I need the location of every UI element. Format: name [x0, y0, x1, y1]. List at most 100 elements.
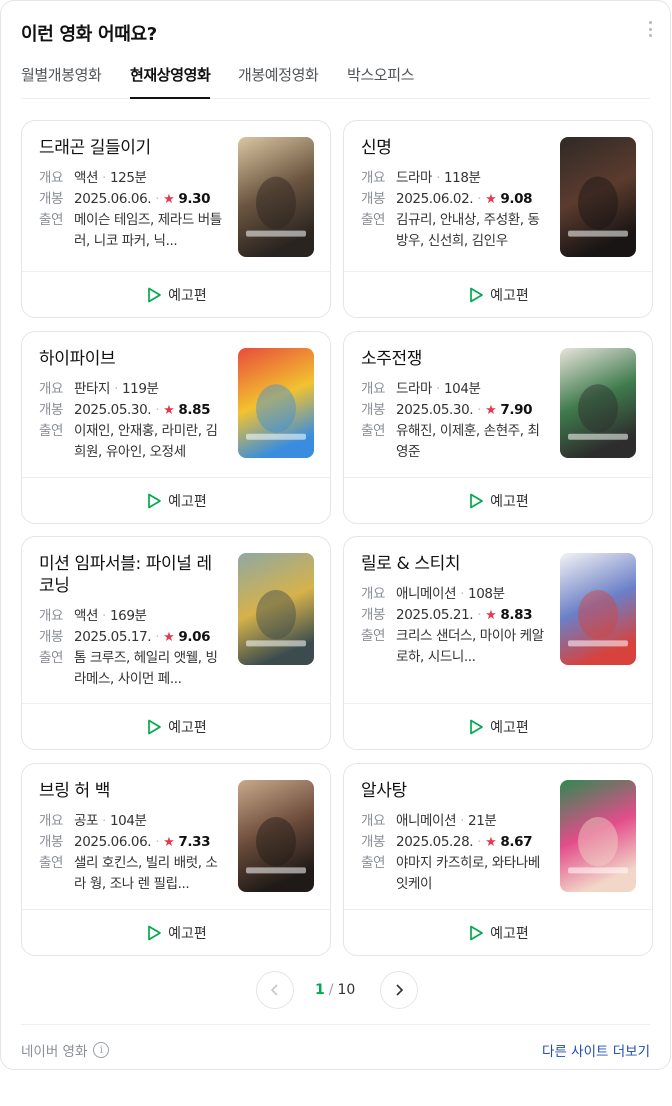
cast-value: 김규리, 안내상, 주성환, 동방우, 신선희, 김인우	[396, 212, 540, 249]
genre-value: 드라마	[396, 381, 433, 397]
release-rating: 2025.06.02. · ★ 9.08	[396, 191, 533, 207]
release-label: 개봉	[361, 607, 386, 623]
next-page-button[interactable]	[380, 971, 418, 1009]
genre-label: 개요	[39, 381, 64, 397]
release-row: 개봉 2025.05.17. · ★ 9.06	[39, 627, 229, 648]
movie-recommendation-panel: 이런 영화 어때요? 월별개봉영화 현재상영영화 개봉예정영화 박스오피스 드래…	[0, 0, 671, 1070]
rating-value: 9.06	[178, 629, 211, 645]
movie-title[interactable]: 소주전쟁	[361, 348, 541, 370]
star-icon: ★	[485, 608, 497, 623]
cast-value: 크리스 샌더스, 마이아 케알로하, 시드니...	[396, 628, 544, 665]
movie-poster[interactable]	[238, 137, 314, 257]
info-icon[interactable]: i	[93, 1042, 110, 1058]
genre-label: 개요	[39, 813, 64, 829]
genre-label: 개요	[39, 170, 64, 186]
star-icon: ★	[485, 403, 497, 418]
genre-row: 개요 액션 · 169분	[39, 606, 229, 627]
more-sites-link[interactable]: 다른 사이트 더보기	[542, 1040, 650, 1060]
trailer-button[interactable]: 예고편	[344, 271, 652, 317]
cast-label: 출연	[39, 855, 64, 871]
release-row: 개봉 2025.05.28. · ★ 8.67	[361, 832, 551, 853]
movie-meta: 개요 드라마 · 104분 개봉 2025.05.30. · ★ 7.90 출연 유해진,…	[361, 379, 551, 463]
movie-meta: 개요 드라마 · 118분 개봉 2025.06.02. · ★ 9.08 출연 김규리,…	[361, 168, 551, 252]
genre-row: 개요 드라마 · 118분	[361, 168, 551, 189]
release-rating: 2025.05.21. · ★ 8.83	[396, 607, 533, 623]
movie-poster[interactable]	[560, 553, 636, 665]
release-rating: 2025.05.30. · ★ 7.90	[396, 402, 533, 418]
movie-title[interactable]: 하이파이브	[39, 348, 219, 370]
cast-label: 출연	[361, 423, 386, 439]
tab-upcoming[interactable]: 개봉예정영화	[238, 64, 319, 98]
cast-row: 출연 이재인, 안재홍, 라미란, 김희원, 유아인, 오정세	[39, 421, 229, 463]
movie-poster[interactable]	[238, 780, 314, 892]
cast-label: 출연	[361, 212, 386, 228]
trailer-button[interactable]: 예고편	[344, 477, 652, 523]
prev-page-button[interactable]	[256, 971, 294, 1009]
release-row: 개봉 2025.05.30. · ★ 7.90	[361, 400, 551, 421]
movie-poster[interactable]	[238, 553, 314, 665]
movie-card[interactable]: 소주전쟁 개요 드라마 · 104분 개봉 2025.05.30. · ★ 7.90 출연…	[343, 331, 653, 524]
trailer-button[interactable]: 예고편	[22, 271, 330, 317]
trailer-label: 예고편	[168, 493, 207, 510]
more-vertical-icon[interactable]	[648, 21, 652, 37]
movie-card[interactable]: 신명 개요 드라마 · 118분 개봉 2025.06.02. · ★ 9.08 출연 김…	[343, 120, 653, 318]
genre-label: 개요	[361, 381, 386, 397]
genre-value: 드라마	[396, 170, 433, 186]
genre-runtime: 공포 · 104분	[74, 813, 147, 829]
tab-box-office[interactable]: 박스오피스	[347, 64, 414, 98]
trailer-button[interactable]: 예고편	[22, 703, 330, 749]
poster-image	[560, 348, 636, 458]
genre-value: 액션	[74, 170, 99, 186]
genre-row: 개요 액션 · 125분	[39, 168, 229, 189]
movie-meta: 개요 액션 · 169분 개봉 2025.05.17. · ★ 9.06 출연 톰 크루즈…	[39, 606, 229, 690]
release-label: 개봉	[361, 402, 386, 418]
star-icon: ★	[163, 630, 175, 645]
genre-runtime: 액션 · 169분	[74, 608, 147, 624]
tab-now-playing[interactable]: 현재상영영화	[130, 64, 211, 99]
movie-title[interactable]: 릴로 & 스티치	[361, 553, 541, 575]
release-row: 개봉 2025.06.06. · ★ 9.30	[39, 189, 229, 210]
star-icon: ★	[163, 192, 175, 207]
panel-title: 이런 영화 어때요?	[21, 24, 157, 45]
movie-title[interactable]: 미션 임파서블: 파이널 레코닝	[39, 553, 219, 597]
movie-title[interactable]: 드래곤 길들이기	[39, 137, 219, 159]
runtime-value: 21분	[468, 813, 497, 829]
trailer-button[interactable]: 예고편	[22, 477, 330, 523]
cast-label: 출연	[39, 212, 64, 228]
movie-poster[interactable]	[238, 348, 314, 458]
movie-card[interactable]: 하이파이브 개요 판타지 · 119분 개봉 2025.05.30. · ★ 8.85 출…	[21, 331, 331, 524]
cast-row: 출연 유해진, 이제훈, 손현주, 최영준	[361, 421, 551, 463]
star-icon: ★	[163, 403, 175, 418]
genre-row: 개요 공포 · 104분	[39, 811, 229, 832]
trailer-button[interactable]: 예고편	[22, 909, 330, 955]
runtime-value: 104분	[443, 381, 481, 397]
movie-poster[interactable]	[560, 780, 636, 892]
trailer-label: 예고편	[490, 925, 529, 942]
trailer-button[interactable]: 예고편	[344, 909, 652, 955]
source-text: 네이버 영화	[21, 1044, 88, 1060]
runtime-value: 169분	[109, 608, 147, 624]
star-icon: ★	[485, 835, 497, 850]
movie-title[interactable]: 신명	[361, 137, 541, 159]
movie-card[interactable]: 미션 임파서블: 파이널 레코닝 개요 액션 · 169분 개봉 2025.05.1…	[21, 536, 331, 750]
movie-poster[interactable]	[560, 137, 636, 257]
genre-runtime: 애니메이션 · 108분	[396, 586, 505, 602]
release-rating: 2025.06.06. · ★ 7.33	[74, 834, 211, 850]
rating-value: 7.33	[178, 834, 211, 850]
poster-image	[560, 780, 636, 892]
poster-image	[238, 137, 314, 257]
movie-card[interactable]: 릴로 & 스티치 개요 애니메이션 · 108분 개봉 2025.05.21. · ★ 8…	[343, 536, 653, 750]
movie-title[interactable]: 브링 허 백	[39, 780, 219, 802]
release-date: 2025.05.17.	[74, 629, 152, 645]
movie-title[interactable]: 알사탕	[361, 780, 541, 802]
star-icon: ★	[163, 835, 175, 850]
movie-card[interactable]: 드래곤 길들이기 개요 액션 · 125분 개봉 2025.06.06. · ★ 9.30…	[21, 120, 331, 318]
trailer-button[interactable]: 예고편	[344, 703, 652, 749]
tab-monthly-release[interactable]: 월별개봉영화	[21, 64, 102, 98]
release-row: 개봉 2025.06.06. · ★ 7.33	[39, 832, 229, 853]
cast-row: 출연 크리스 샌더스, 마이아 케알로하, 시드니...	[361, 626, 551, 668]
movie-card[interactable]: 브링 허 백 개요 공포 · 104분 개봉 2025.06.06. · ★ 7.33 출…	[21, 763, 331, 956]
movie-card[interactable]: 알사탕 개요 애니메이션 · 21분 개봉 2025.05.28. · ★ 8.67 출연…	[343, 763, 653, 956]
genre-row: 개요 드라마 · 104분	[361, 379, 551, 400]
movie-poster[interactable]	[560, 348, 636, 458]
